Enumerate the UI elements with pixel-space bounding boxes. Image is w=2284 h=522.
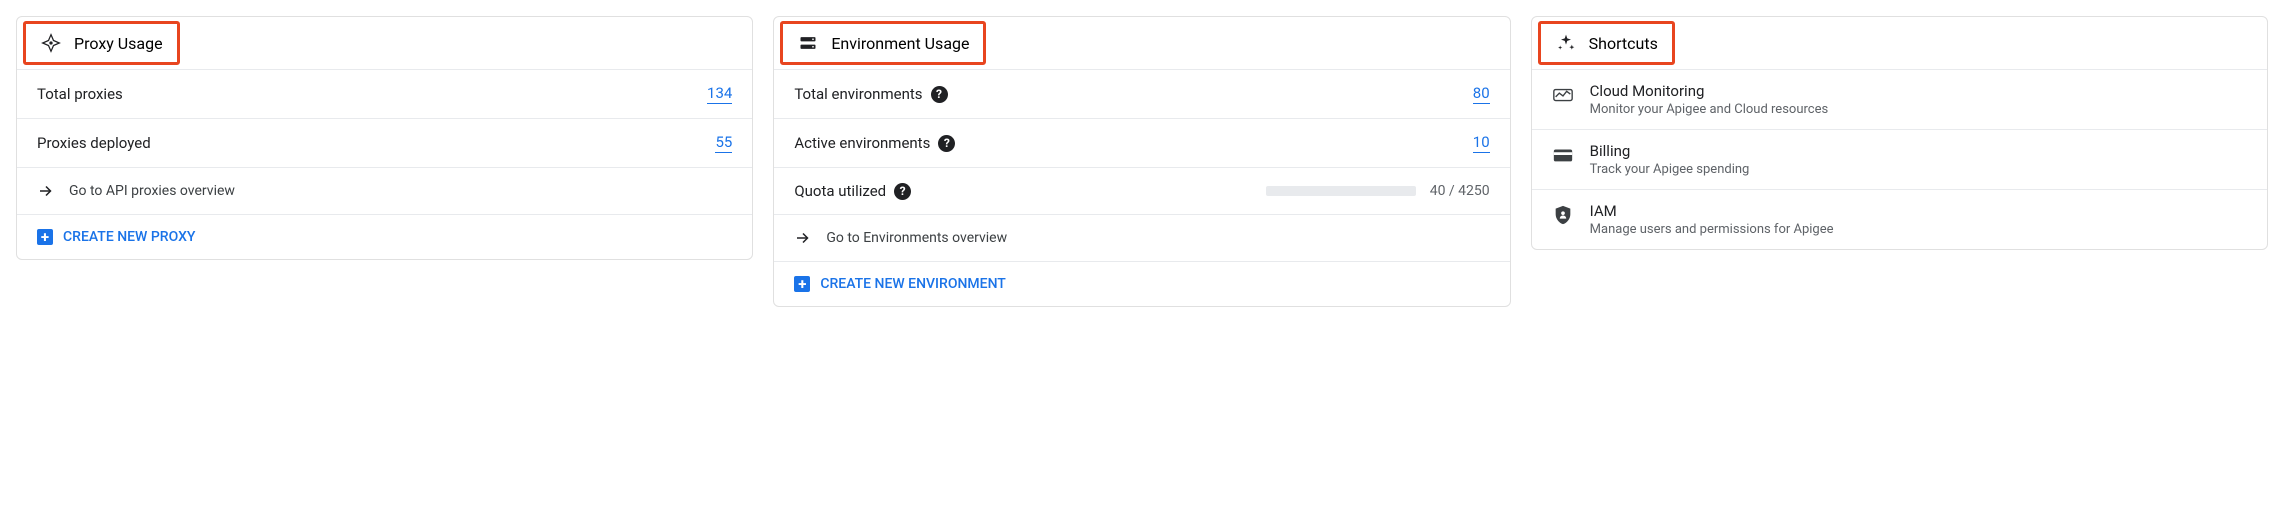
shortcut-billing[interactable]: Billing Track your Apigee spending xyxy=(1532,129,2267,189)
quota-text: 40 / 4250 xyxy=(1430,183,1490,199)
proxies-deployed-label: Proxies deployed xyxy=(37,134,151,152)
create-environment-button[interactable]: + CREATE NEW ENVIRONMENT xyxy=(774,261,1509,306)
total-proxies-row: Total proxies 134 xyxy=(17,69,752,118)
shortcuts-card: Shortcuts Cloud Monitoring Monitor your … xyxy=(1531,16,2268,250)
total-environments-value[interactable]: 80 xyxy=(1473,84,1490,104)
shortcut-text: Cloud Monitoring Monitor your Apigee and… xyxy=(1590,82,2247,117)
proxy-usage-title: Proxy Usage xyxy=(74,34,163,53)
shortcuts-header: Shortcuts xyxy=(1538,21,1675,65)
environments-overview-link[interactable]: Go to Environments overview xyxy=(774,214,1509,261)
environment-usage-card: Environment Usage Total environments ? 8… xyxy=(773,16,1510,307)
proxy-usage-header: Proxy Usage xyxy=(23,21,180,65)
shortcut-desc: Track your Apigee spending xyxy=(1590,162,2247,177)
shortcut-desc: Manage users and permissions for Apigee xyxy=(1590,222,2247,237)
environment-usage-header: Environment Usage xyxy=(780,21,986,65)
help-icon[interactable]: ? xyxy=(931,86,948,103)
total-proxies-value[interactable]: 134 xyxy=(707,84,732,104)
proxy-icon xyxy=(40,32,62,54)
proxies-deployed-value[interactable]: 55 xyxy=(715,133,732,153)
quota-label-wrap: Quota utilized ? xyxy=(794,182,911,200)
active-environments-value[interactable]: 10 xyxy=(1473,133,1490,153)
environment-usage-header-wrapper: Environment Usage xyxy=(774,17,1509,69)
shield-icon xyxy=(1552,204,1574,226)
total-environments-label-wrap: Total environments ? xyxy=(794,85,947,103)
create-proxy-label: CREATE NEW PROXY xyxy=(63,229,195,245)
shortcuts-header-wrapper: Shortcuts xyxy=(1532,17,2267,69)
sparkle-icon xyxy=(1555,32,1577,54)
shortcut-text: Billing Track your Apigee spending xyxy=(1590,142,2247,177)
arrow-right-icon xyxy=(37,182,55,200)
add-icon: + xyxy=(794,276,810,292)
total-environments-row: Total environments ? 80 xyxy=(774,69,1509,118)
shortcut-text: IAM Manage users and permissions for Api… xyxy=(1590,202,2247,237)
monitoring-icon xyxy=(1552,84,1574,106)
shortcut-title: IAM xyxy=(1590,202,2247,220)
quota-bar xyxy=(1266,186,1416,196)
shortcuts-title: Shortcuts xyxy=(1589,34,1658,53)
create-proxy-button[interactable]: + CREATE NEW PROXY xyxy=(17,214,752,259)
shortcut-cloud-monitoring[interactable]: Cloud Monitoring Monitor your Apigee and… xyxy=(1532,69,2267,129)
environment-icon xyxy=(797,32,819,54)
arrow-right-icon xyxy=(794,229,812,247)
shortcut-desc: Monitor your Apigee and Cloud resources xyxy=(1590,102,2247,117)
total-environments-label: Total environments xyxy=(794,85,922,103)
proxies-overview-label: Go to API proxies overview xyxy=(69,183,235,199)
proxy-usage-header-wrapper: Proxy Usage xyxy=(17,17,752,69)
shortcut-title: Billing xyxy=(1590,142,2247,160)
shortcut-title: Cloud Monitoring xyxy=(1590,82,2247,100)
active-environments-label: Active environments xyxy=(794,134,930,152)
create-environment-label: CREATE NEW ENVIRONMENT xyxy=(820,276,1006,292)
environments-overview-label: Go to Environments overview xyxy=(826,230,1007,246)
shortcut-iam[interactable]: IAM Manage users and permissions for Api… xyxy=(1532,189,2267,249)
billing-icon xyxy=(1552,144,1574,166)
help-icon[interactable]: ? xyxy=(938,135,955,152)
quota-label: Quota utilized xyxy=(794,182,886,200)
total-proxies-label: Total proxies xyxy=(37,85,123,103)
help-icon[interactable]: ? xyxy=(894,183,911,200)
proxies-deployed-row: Proxies deployed 55 xyxy=(17,118,752,167)
proxy-usage-card: Proxy Usage Total proxies 134 Proxies de… xyxy=(16,16,753,260)
proxies-overview-link[interactable]: Go to API proxies overview xyxy=(17,167,752,214)
quota-display: 40 / 4250 xyxy=(1266,183,1490,199)
add-icon: + xyxy=(37,229,53,245)
active-environments-label-wrap: Active environments ? xyxy=(794,134,955,152)
environment-usage-title: Environment Usage xyxy=(831,34,969,53)
active-environments-row: Active environments ? 10 xyxy=(774,118,1509,167)
quota-row: Quota utilized ? 40 / 4250 xyxy=(774,167,1509,214)
